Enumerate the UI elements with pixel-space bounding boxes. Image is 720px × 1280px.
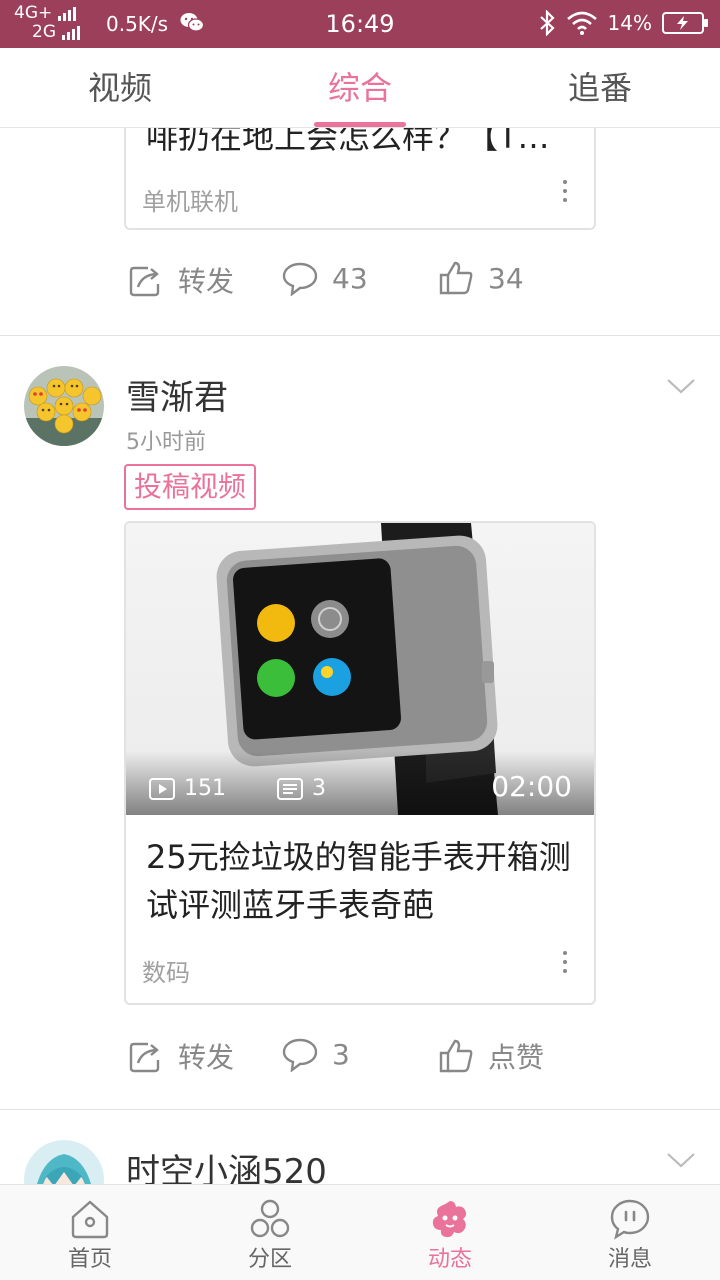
feed[interactable]: 啡扔在地上会怎么样？【T… 单机联机 转发 43 34 雪渐君 5小时前 投稿视… [0,128,720,1184]
repost-button[interactable]: 转发 [128,1036,234,1076]
avatar[interactable] [24,366,104,446]
danmaku-stat: 3 [276,776,326,801]
comment-icon [282,1038,318,1072]
repost-label: 转发 [178,1041,235,1074]
nav-message[interactable]: 消息 [540,1185,720,1280]
view-count: 151 [184,776,226,801]
comment-button[interactable]: 3 [282,1036,350,1072]
danmaku-count: 3 [312,776,326,801]
bluetooth-icon [539,10,555,36]
divider [0,1109,720,1110]
repost-label: 转发 [178,265,235,298]
prev-post-actions: 转发 43 34 [124,260,644,310]
prev-post-card[interactable]: 啡扔在地上会怎么样？【T… 单机联机 [124,128,596,230]
nav-message-label: 消息 [607,1247,652,1272]
more-options-icon[interactable] [562,951,568,978]
nav-category-label: 分区 [247,1247,292,1272]
tab-bangumi[interactable]: 追番 [480,48,720,127]
like-label: 点赞 [488,1041,545,1074]
video-duration: 02:00 [491,770,572,803]
bottom-nav: 首页 分区 动态 消息 [0,1184,720,1280]
share-icon [129,266,160,297]
view-stat: 151 [148,776,226,801]
dynamic-icon [432,1201,467,1238]
video-title[interactable]: 25元捡垃圾的智能手表开箱测试评测蓝牙手表奇葩 [146,833,586,929]
avatar[interactable] [24,1140,104,1184]
share-icon [129,1042,160,1073]
more-options-icon[interactable] [562,180,568,207]
like-button[interactable]: 34 [438,260,524,296]
prev-post-title: 啡扔在地上会怎么样？【T… [146,128,550,156]
username[interactable]: 时空小涵520 [126,1144,327,1184]
comment-button[interactable]: 43 [282,260,368,296]
nav-home[interactable]: 首页 [0,1185,180,1280]
video-category: 数码 [142,959,190,987]
battery-icon [662,12,708,34]
post-type-badge: 投稿视频 [124,464,257,510]
tab-general[interactable]: 综合 [240,48,480,127]
divider [0,335,720,336]
username[interactable]: 雪渐君 [126,370,228,419]
category-icon [250,1199,290,1238]
message-icon [610,1199,650,1240]
tab-video[interactable]: 视频 [0,48,240,127]
comment-count: 3 [332,1037,350,1071]
comment-icon [282,262,318,296]
post-time: 5小时前 [126,430,206,455]
wifi-icon [566,11,597,35]
video-card[interactable]: 151 3 02:00 25元捡垃圾的智能手表开箱测试评测蓝牙手表奇葩 数码 [124,521,596,1005]
thumbs-up-icon [439,1039,473,1073]
repost-button[interactable]: 转发 [128,260,234,300]
nav-category[interactable]: 分区 [180,1185,360,1280]
like-count: 34 [488,261,524,295]
chevron-down-icon[interactable] [666,376,696,396]
top-tab-bar: 视频 综合 追番 [0,48,720,128]
play-count-icon [149,777,175,800]
chevron-down-icon[interactable] [666,1150,696,1170]
video-thumbnail[interactable]: 151 3 02:00 [126,523,594,815]
post-actions: 转发 3 点赞 [124,1036,644,1086]
comment-count: 43 [332,261,368,295]
nav-dynamic[interactable]: 动态 [360,1185,540,1280]
status-bar: 4G+ 2G 0.5K/s 16:49 14% [0,0,720,48]
danmaku-icon [277,777,303,800]
like-button[interactable]: 点赞 [438,1036,544,1076]
nav-dynamic-label: 动态 [427,1247,472,1272]
nav-home-label: 首页 [67,1247,112,1272]
home-icon [71,1200,109,1239]
prev-post-category: 单机联机 [142,188,238,216]
thumbs-up-icon [439,261,473,295]
battery-percent: 14% [607,11,652,35]
